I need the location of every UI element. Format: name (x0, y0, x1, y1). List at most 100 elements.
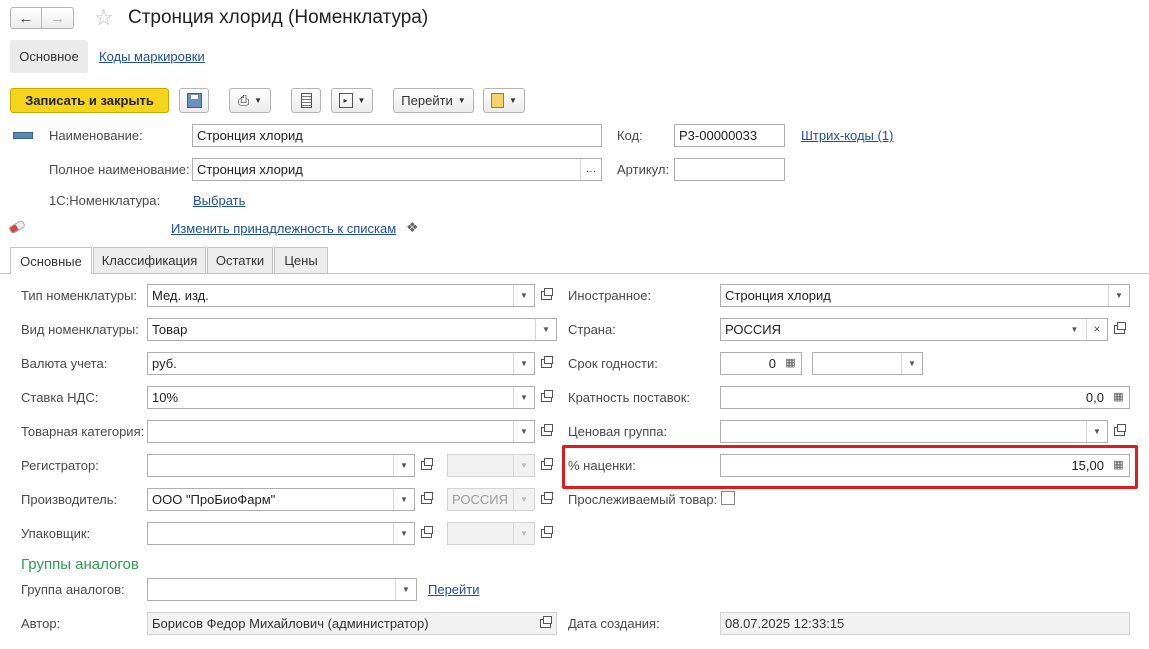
change-lists-link[interactable]: Изменить принадлежность к спискам (171, 221, 396, 236)
favorite-star-icon[interactable]: ☆ (94, 5, 114, 31)
tab-prices[interactable]: Цены (274, 247, 328, 273)
open-icon (541, 424, 553, 436)
tag-icon[interactable]: ❖ (406, 219, 419, 236)
barcodes-link[interactable]: Штрих-коды (1) (801, 128, 893, 143)
chevron-down-icon[interactable]: ▼ (1064, 319, 1085, 340)
open-icon (421, 526, 433, 538)
chevron-down-icon: ▼ (513, 455, 534, 476)
chevron-down-icon[interactable]: ▼ (513, 387, 534, 408)
created-label: Дата создания: (568, 616, 660, 631)
country-field[interactable]: РОССИЯ ▼ × (720, 318, 1108, 341)
clip-document-icon (491, 93, 505, 108)
category-field[interactable]: ▼ (147, 420, 535, 443)
list-button[interactable] (291, 88, 321, 113)
save-button[interactable] (179, 88, 209, 113)
open-type-button[interactable] (536, 284, 557, 307)
traceable-checkbox[interactable] (721, 491, 735, 505)
created-field: 08.07.2025 12:33:15 (720, 612, 1130, 635)
chevron-down-icon: ▼ (357, 96, 366, 105)
open-icon (541, 492, 553, 504)
ellipsis-button[interactable]: … (580, 159, 601, 180)
packer-field[interactable]: ▼ (147, 522, 415, 545)
tab-stock[interactable]: Остатки (207, 247, 273, 273)
multiplicity-field[interactable]: 0,0 ▦ (720, 386, 1130, 409)
print-button[interactable]: ⎙ ▼ (229, 88, 271, 113)
open-manufacturer-country-button[interactable] (536, 488, 557, 511)
save-and-close-button[interactable]: Записать и закрыть (10, 88, 169, 113)
packer-label: Упаковщик: (21, 526, 91, 541)
chevron-down-icon: ▼ (513, 523, 534, 544)
manufacturer-field[interactable]: ООО "ПроБиоФарм" ▼ (147, 488, 415, 511)
floppy-disk-icon (186, 93, 202, 108)
open-icon (541, 526, 553, 538)
chevron-down-icon[interactable]: ▼ (901, 353, 922, 374)
markup-field[interactable]: 15,00 ▦ (720, 454, 1130, 477)
vat-field[interactable]: 10% ▼ (147, 386, 535, 409)
registrar-field[interactable]: ▼ (147, 454, 415, 477)
chevron-down-icon: ▼ (457, 96, 466, 105)
chevron-down-icon[interactable]: ▼ (513, 421, 534, 442)
chevron-down-icon[interactable]: ▼ (1086, 421, 1107, 442)
price-group-label: Ценовая группа: (568, 424, 668, 439)
open-icon (541, 390, 553, 402)
goto-button[interactable]: Перейти ▼ (393, 88, 474, 113)
open-country-button[interactable] (1109, 318, 1130, 341)
clear-icon[interactable]: × (1086, 319, 1107, 340)
kind-field[interactable]: Товар ▼ (147, 318, 557, 341)
markup-label: % наценки: (568, 458, 636, 473)
full-name-field[interactable]: Стронция хлорид … (192, 158, 602, 181)
chevron-down-icon: ▼ (254, 96, 263, 105)
chevron-down-icon[interactable]: ▼ (395, 579, 416, 600)
name-label: Наименование: (49, 128, 143, 143)
article-field[interactable] (674, 158, 785, 181)
price-group-field[interactable]: ▼ (720, 420, 1108, 443)
shelf-life-unit-field[interactable]: ▼ (812, 352, 923, 375)
chevron-down-icon[interactable]: ▼ (513, 353, 534, 374)
category-label: Товарная категория: (21, 424, 145, 439)
nav-main[interactable]: Основное (10, 40, 88, 73)
open-price-group-button[interactable] (1109, 420, 1130, 443)
calculator-icon[interactable]: ▦ (780, 353, 801, 374)
name-field[interactable]: Стронция хлорид (192, 124, 602, 147)
forward-button[interactable]: → (42, 7, 74, 29)
open-packer-button[interactable] (416, 522, 437, 545)
open-author-button[interactable] (535, 613, 556, 634)
nomenclature-1c-label: 1С:Номенклатура: (49, 193, 161, 208)
foreign-label: Иностранное: (568, 288, 652, 303)
open-packer-country-button[interactable] (536, 522, 557, 545)
analog-group-field[interactable]: ▼ (147, 578, 417, 601)
vat-label: Ставка НДС: (21, 390, 99, 405)
report-button[interactable]: ▸ ▼ (331, 88, 373, 113)
open-manufacturer-button[interactable] (416, 488, 437, 511)
tab-main[interactable]: Основные (10, 247, 92, 274)
open-icon (540, 616, 552, 628)
manufacturer-label: Производитель: (21, 492, 118, 507)
chevron-down-icon[interactable]: ▼ (393, 489, 414, 510)
open-currency-button[interactable] (536, 352, 557, 375)
calculator-icon[interactable]: ▦ (1108, 455, 1129, 476)
nav-marking-codes[interactable]: Коды маркировки (99, 49, 205, 64)
chevron-down-icon[interactable]: ▼ (1108, 285, 1129, 306)
select-link[interactable]: Выбрать (193, 193, 245, 208)
tab-classification[interactable]: Классификация (93, 247, 206, 273)
chevron-down-icon[interactable]: ▼ (393, 455, 414, 476)
open-registrar-button[interactable] (416, 454, 437, 477)
calculator-icon[interactable]: ▦ (1108, 387, 1129, 408)
chevron-down-icon[interactable]: ▼ (393, 523, 414, 544)
chevron-down-icon[interactable]: ▼ (513, 285, 534, 306)
shelf-life-field[interactable]: 0 ▦ (720, 352, 802, 375)
code-label: Код: (617, 128, 643, 143)
open-category-button[interactable] (536, 420, 557, 443)
author-field: Борисов Федор Михайлович (администратор) (147, 612, 557, 635)
currency-field[interactable]: руб. ▼ (147, 352, 535, 375)
open-vat-button[interactable] (536, 386, 557, 409)
open-registrar-country-button[interactable] (536, 454, 557, 477)
chevron-down-icon[interactable]: ▼ (535, 319, 556, 340)
back-button[interactable]: ← (10, 7, 42, 29)
code-field[interactable]: Р3-00000033 (674, 124, 785, 147)
attachments-button[interactable]: ▼ (483, 88, 525, 113)
analog-goto-link[interactable]: Перейти (428, 582, 480, 597)
shelf-life-label: Срок годности: (568, 356, 658, 371)
foreign-field[interactable]: Стронция хлорид ▼ (720, 284, 1130, 307)
type-field[interactable]: Мед. изд. ▼ (147, 284, 535, 307)
